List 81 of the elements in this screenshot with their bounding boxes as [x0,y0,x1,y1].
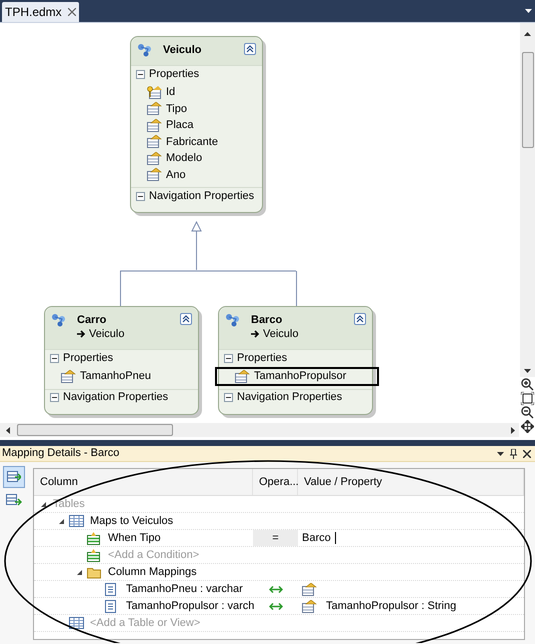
property-name[interactable]: Ano [166,166,186,183]
property-name[interactable]: Fabricante [166,134,218,150]
entity-icon [51,313,67,327]
collapse-icon[interactable] [136,70,145,78]
row-label[interactable]: Column Mappings [108,564,197,580]
base-type: Veiculo [263,327,298,341]
move-icon[interactable] [521,420,534,433]
row-label[interactable]: When Tipo [108,530,161,546]
section-label: Properties [237,350,288,366]
zoom-in-icon[interactable] [521,378,534,391]
entity-name: Carro [77,313,108,327]
row-label[interactable]: Maps to Veiculos [90,512,174,530]
double-arrow-icon [268,586,282,592]
column-header[interactable]: Column [34,469,253,495]
property-name[interactable]: Id [166,84,176,100]
row-label[interactable]: TamanhoPropulsor : varch [126,598,254,614]
dropdown-icon[interactable] [525,9,532,13]
section-label: Navigation Properties [149,188,254,204]
property-name[interactable]: Placa [166,117,194,134]
expanded-icon[interactable] [40,500,47,508]
property-icon [302,582,318,596]
column-header[interactable]: Value / Property [298,469,524,495]
table-icon [69,514,84,528]
scroll-thumb[interactable] [17,424,173,436]
chevron-icon [356,315,364,323]
document-tab[interactable]: TPH.edmx [2,2,79,22]
entity-icon [137,43,153,57]
table-icon [69,616,84,630]
chevron-icon [246,45,254,53]
close-icon[interactable] [523,450,531,458]
dropdown-icon[interactable] [497,452,504,456]
vertical-scrollbar[interactable] [520,23,535,377]
property-name[interactable]: Tipo [166,100,187,117]
expanded-icon[interactable] [76,568,83,576]
arrow-icon [77,330,86,338]
property-icon [302,600,318,612]
double-arrow-icon [268,602,282,610]
horizontal-scrollbar[interactable] [0,423,519,437]
scroll-down-icon[interactable] [524,369,531,373]
scroll-up-icon[interactable] [524,32,531,36]
base-type: Veiculo [89,327,124,341]
map-to-table-button[interactable] [3,466,25,488]
collapse-icon[interactable] [50,354,59,362]
collapse-button[interactable] [244,43,256,55]
collapse-button[interactable] [354,313,366,325]
zoom-out-icon[interactable] [521,406,534,419]
collapse-icon[interactable] [136,192,145,200]
chevron-icon [182,315,190,323]
collapse-button[interactable] [180,313,192,325]
collapse-icon[interactable] [50,393,59,402]
value-text[interactable]: Barco [302,530,331,546]
entity-name: Barco [251,313,284,327]
scroll-thumb[interactable] [522,52,534,148]
row-label[interactable]: TamanhoPneu : varchar [126,580,243,598]
scroll-left-icon[interactable] [6,426,10,434]
scroll-right-icon[interactable] [511,426,515,434]
property-name[interactable]: TamanhoPropulsor [254,368,346,384]
map-to-function-icon[interactable] [6,494,22,507]
text-cursor [334,532,336,544]
property-name[interactable]: TamanhoPneu [80,368,151,384]
section-label: Properties [149,66,200,82]
fit-icon[interactable] [521,392,534,405]
section-label: Properties [63,350,114,366]
arrow-icon [251,330,260,338]
entity-name: Veiculo [163,43,202,57]
close-icon[interactable] [68,8,76,16]
condition-icon [87,532,102,544]
pin-icon[interactable] [510,448,517,458]
panel-title: Mapping Details - Barco [2,446,120,462]
section-label: Navigation Properties [237,390,342,406]
collapse-icon[interactable] [224,354,233,362]
column-header[interactable]: Opera... [253,469,298,495]
entity-icon [225,313,241,327]
folder-icon [87,566,102,578]
condition-icon [87,548,102,562]
section-label: Navigation Properties [63,390,168,406]
value-text[interactable]: TamanhoPropulsor : String [326,598,456,614]
collapse-icon[interactable] [224,393,233,402]
expanded-icon[interactable] [58,518,65,524]
property-name[interactable]: Modelo [166,150,202,166]
operator-text[interactable]: = [272,530,279,546]
